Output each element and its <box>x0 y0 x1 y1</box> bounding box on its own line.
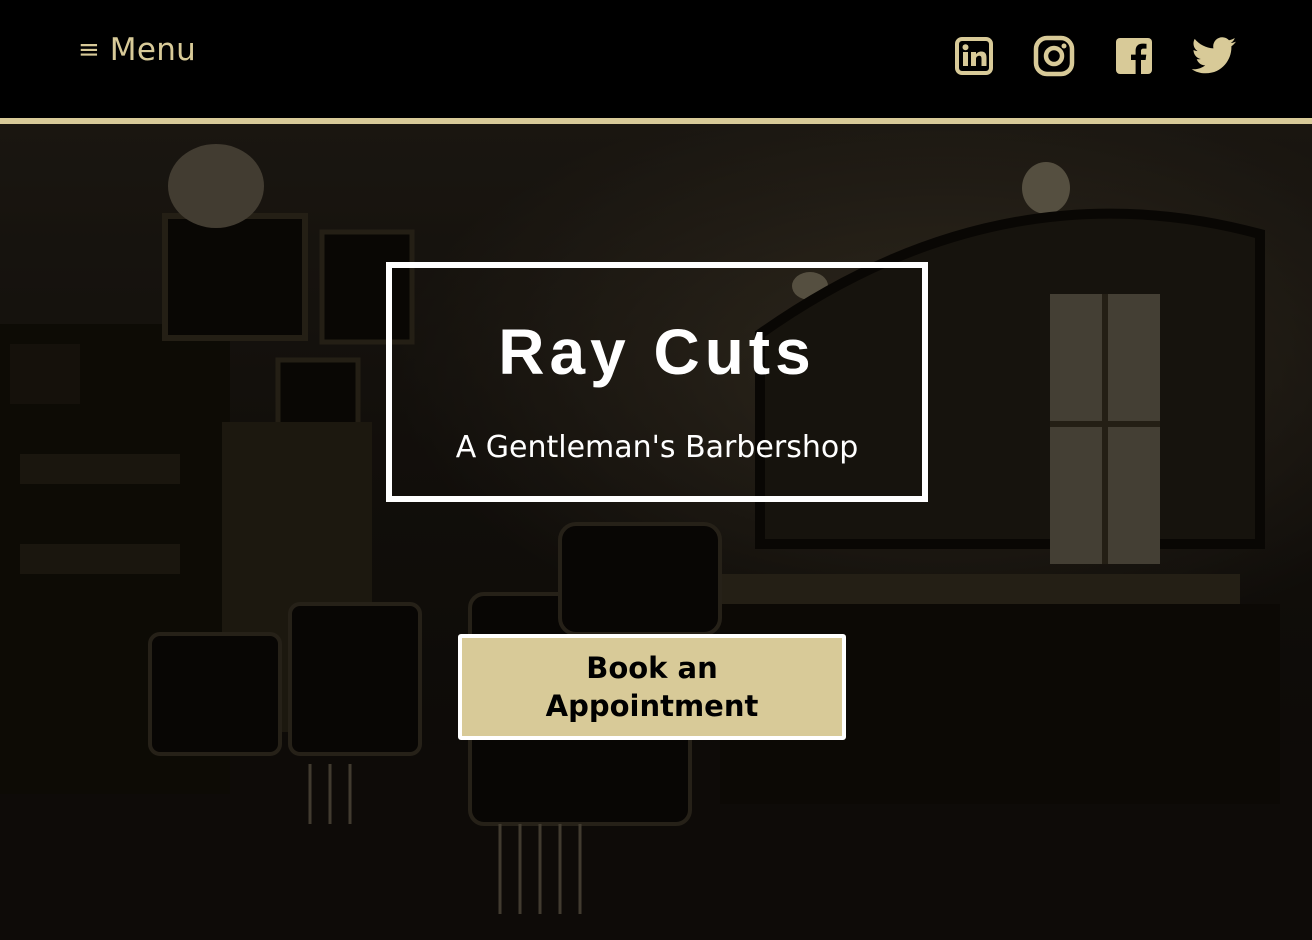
linkedin-icon <box>955 37 993 75</box>
hamburger-icon: ≡ <box>78 35 100 65</box>
menu-label: Menu <box>109 32 197 68</box>
barbershop-background-image <box>0 124 1312 940</box>
facebook-link[interactable] <box>1114 34 1154 78</box>
instagram-link[interactable] <box>1032 34 1076 78</box>
twitter-link[interactable] <box>1190 34 1238 78</box>
site-subtitle: A Gentleman's Barbershop <box>455 430 859 465</box>
hero-title-box: Ray Cuts A Gentleman's Barbershop <box>386 262 928 502</box>
instagram-icon <box>1033 35 1075 77</box>
facebook-icon <box>1116 38 1152 74</box>
top-navbar: ≡ Menu <box>0 0 1312 118</box>
twitter-icon <box>1191 37 1236 74</box>
linkedin-link[interactable] <box>954 34 994 78</box>
book-appointment-button[interactable]: Book an Appointment <box>458 634 846 740</box>
site-title: Ray Cuts <box>498 316 816 388</box>
hero-section: Ray Cuts A Gentleman's Barbershop Book a… <box>0 124 1312 940</box>
menu-button[interactable]: ≡ Menu <box>78 30 196 70</box>
